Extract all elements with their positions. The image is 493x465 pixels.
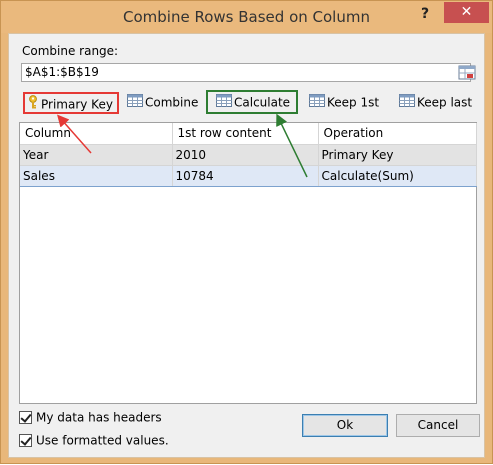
column-header[interactable]: Column: [20, 123, 173, 145]
column-header[interactable]: Operation: [318, 123, 477, 145]
table-row[interactable]: Sales 10784 Calculate(Sum): [20, 164, 477, 187]
combine-label: Combine: [145, 95, 199, 110]
table-cell-content: 2010: [172, 144, 319, 166]
keep-first-button[interactable]: Keep 1st: [309, 92, 381, 114]
keep-last-button[interactable]: Keep last: [399, 92, 475, 114]
cancel-button[interactable]: Cancel: [396, 414, 480, 437]
checkbox-checked-icon[interactable]: [19, 434, 32, 447]
table-cell-operation[interactable]: Calculate(Sum): [318, 164, 477, 187]
column-header[interactable]: 1st row content: [172, 123, 319, 145]
columns-grid[interactable]: Column 1st row content Operation Year 20…: [19, 122, 477, 404]
combine-range-input[interactable]: $A$1:$B$19: [21, 63, 471, 82]
dialog-body: Combine range: $A$1:$B$19 Primary Key Co…: [8, 33, 485, 458]
table-cell-content: 10784: [172, 164, 319, 187]
help-button[interactable]: ?: [409, 3, 441, 25]
primary-key-button[interactable]: Primary Key: [23, 92, 119, 114]
checkbox-checked-icon[interactable]: [19, 411, 32, 424]
table-cell-column: Year: [20, 144, 173, 166]
table-grid-icon: [216, 93, 232, 113]
table-cell-column: Sales: [20, 164, 173, 187]
key-icon: [27, 94, 39, 115]
primary-key-label: Primary Key: [41, 97, 113, 112]
table-row[interactable]: Year 2010 Primary Key: [20, 144, 477, 166]
calculate-label: Calculate: [234, 95, 291, 110]
columns-table: Column 1st row content Operation Year 20…: [20, 123, 477, 187]
range-picker-icon[interactable]: [458, 65, 476, 80]
title-bar[interactable]: Combine Rows Based on Column ? ✕: [1, 1, 492, 33]
headers-checkbox-label: My data has headers: [36, 410, 162, 425]
headers-checkbox[interactable]: My data has headers: [19, 410, 162, 425]
combine-range-label: Combine range:: [22, 44, 119, 58]
formatted-values-checkbox-label: Use formatted values.: [36, 433, 169, 448]
ok-button[interactable]: Ok: [302, 414, 388, 437]
keep-first-label: Keep 1st: [327, 95, 380, 110]
table-grid-icon: [309, 93, 325, 113]
table-grid-icon: [399, 93, 415, 113]
table-cell-operation[interactable]: Primary Key: [318, 144, 477, 166]
formatted-values-checkbox[interactable]: Use formatted values.: [19, 433, 169, 448]
keep-last-label: Keep last: [417, 95, 473, 110]
combine-button[interactable]: Combine: [125, 92, 199, 114]
table-grid-icon: [127, 93, 143, 113]
table-header-row: Column 1st row content Operation: [20, 123, 477, 145]
dialog-window: Combine Rows Based on Column ? ✕ Combine…: [0, 0, 493, 464]
calculate-button[interactable]: Calculate: [206, 90, 298, 114]
close-button[interactable]: ✕: [444, 2, 489, 23]
